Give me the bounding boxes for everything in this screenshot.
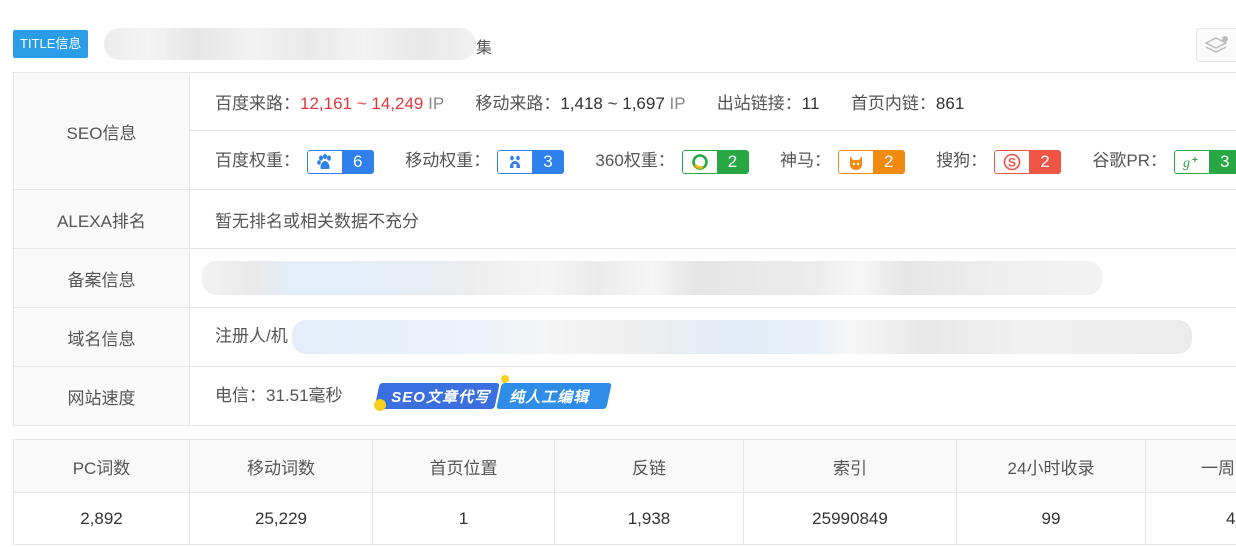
mobile-weight-badge[interactable]: 3 — [496, 149, 564, 174]
svg-text:+: + — [1192, 155, 1198, 166]
baidu-weight-value: 6 — [341, 149, 374, 174]
alexa-label: ALEXA排名 — [13, 189, 190, 249]
stats-header-backlinks: 反链 — [554, 439, 744, 493]
outlinks-label: 出站链接： — [716, 94, 802, 113]
beian-value — [189, 248, 1236, 308]
stats-header-week: 一周 — [1145, 439, 1236, 493]
stats-header-index: 索引 — [743, 439, 957, 493]
seo-weights-row: 百度权重： 6 移动权重： 3 360权重： 2 神马： 2 搜狗： S 2 谷… — [189, 130, 1236, 190]
domain-redacted — [291, 320, 1192, 354]
domain-label: 域名信息 — [13, 307, 190, 367]
mobile-traffic-label: 移动来路： — [475, 94, 561, 113]
google-pr-badge[interactable]: g + 3 — [1173, 149, 1236, 174]
baidu-traffic-unit: IP — [428, 94, 444, 113]
baidu-paw-icon — [306, 149, 342, 174]
360-weight-label: 360权重： — [595, 151, 675, 171]
inlinks-label: 首页内链： — [850, 94, 936, 113]
stats-value-mobile[interactable]: 25,229 — [189, 492, 373, 545]
layers-icon[interactable] — [1196, 28, 1236, 62]
beian-label: 备案信息 — [13, 248, 190, 308]
shenma-weight-label: 神马： — [779, 151, 831, 171]
sogou-weight-badge[interactable]: S 2 — [993, 149, 1061, 174]
stats-value-backlinks[interactable]: 1,938 — [554, 492, 744, 545]
speed-row: 电信：31.51毫秒 SEO文章代写 纯人工编辑 — [189, 366, 1236, 426]
ad-left-text: SEO文章代写 — [391, 389, 490, 407]
stats-value-home[interactable]: 1 — [372, 492, 555, 545]
seo-label: SEO信息 — [13, 72, 190, 190]
title-row: TITLE信息 集 — [0, 22, 1236, 66]
alexa-value: 暂无排名或相关数据不充分 — [189, 189, 1236, 249]
baidu-weight-badge[interactable]: 6 — [306, 149, 374, 174]
seo-traffic-row: 百度来路：12,161 ~ 14,249 IP 移动来路：1,418 ~ 1,6… — [189, 72, 1236, 131]
shenma-weight-value: 2 — [872, 149, 905, 174]
stats-header-24h: 24小时收录 — [956, 439, 1146, 493]
360-weight-value: 2 — [716, 149, 749, 174]
mobile-traffic-unit: IP — [669, 94, 686, 113]
mobile-traffic-value: 1,418 ~ 1,697 — [560, 94, 665, 113]
shenma-icon — [837, 149, 873, 174]
mobile-weight-value: 3 — [531, 149, 564, 174]
domain-value: 注册人/机 — [189, 307, 1236, 367]
stats-value-24h[interactable]: 99 — [956, 492, 1146, 545]
baidu-traffic-value: 12,161 ~ 14,249 — [300, 94, 424, 113]
stats-header-pc: PC词数 — [13, 439, 190, 493]
title-badge: TITLE信息 — [13, 30, 89, 58]
inlinks-value: 861 — [935, 94, 965, 113]
sogou-icon: S — [993, 149, 1029, 174]
outlinks-value: 11 — [801, 94, 820, 113]
site-info-table: SEO信息 百度来路：12,161 ~ 14,249 IP 移动来路：1,418… — [13, 72, 1236, 426]
stats-value-pc[interactable]: 2,892 — [13, 492, 190, 545]
google-plus-icon: g + — [1173, 149, 1209, 174]
mobile-weight-label: 移动权重： — [405, 151, 491, 171]
stats-value-index[interactable]: 25990849 — [743, 492, 957, 545]
google-pr-label: 谷歌PR： — [1092, 151, 1168, 171]
baidu-weight-label: 百度权重： — [215, 151, 300, 171]
domain-prefix: 注册人/机 — [215, 326, 288, 346]
stats-header-mobile: 移动词数 — [189, 439, 373, 493]
title-text: 集 — [476, 40, 493, 57]
stats-table: PC词数 移动词数 首页位置 反链 索引 24小时收录 一周 2,892 25,… — [13, 439, 1236, 545]
seo-writing-ad-banner[interactable]: SEO文章代写 纯人工编辑 — [374, 375, 613, 412]
sogou-weight-label: 搜狗： — [936, 151, 988, 171]
beian-redacted — [202, 261, 1102, 295]
svg-text:g: g — [1183, 156, 1190, 171]
google-pr-value: 3 — [1208, 149, 1236, 174]
speed-value: 电信：31.51毫秒 — [215, 385, 343, 405]
360-weight-badge[interactable]: 2 — [681, 149, 749, 174]
sogou-weight-value: 2 — [1028, 149, 1061, 174]
shenma-weight-badge[interactable]: 2 — [837, 149, 905, 174]
stats-value-week[interactable]: 479 — [1145, 492, 1236, 545]
speed-label: 网站速度 — [13, 366, 190, 426]
ad-right-text: 纯人工编辑 — [509, 389, 590, 407]
baidu-mobile-icon — [496, 149, 532, 174]
title-redacted — [104, 28, 476, 60]
baidu-traffic-label: 百度来路： — [215, 94, 300, 113]
360-icon — [681, 149, 717, 174]
svg-text:S: S — [1008, 155, 1016, 169]
stats-header-home: 首页位置 — [372, 439, 555, 493]
